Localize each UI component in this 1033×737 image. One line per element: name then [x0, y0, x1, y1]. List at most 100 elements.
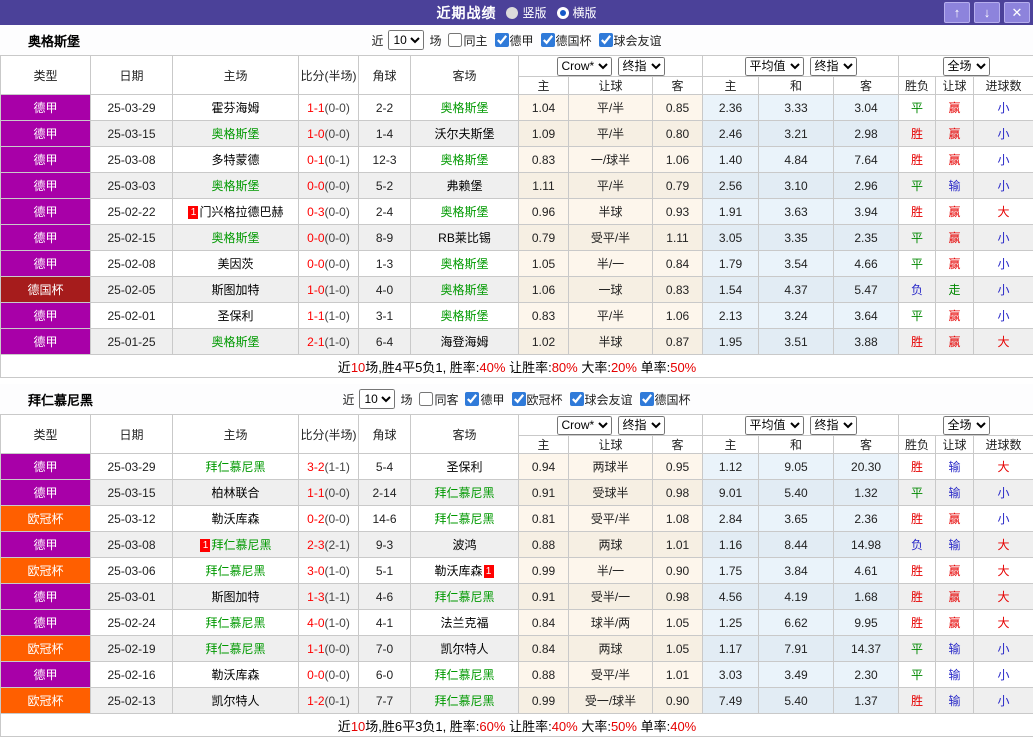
score: 0-0(0-0)	[299, 173, 359, 199]
result-wdl: 平	[899, 95, 936, 121]
sub-col-header: 和	[759, 436, 834, 454]
corners: 2-4	[359, 199, 411, 225]
league-filter[interactable]: 德甲	[491, 32, 534, 49]
summary-segment: 近	[338, 719, 351, 734]
crow-away-odds: 0.98	[653, 584, 703, 610]
league-checkbox[interactable]	[599, 33, 613, 47]
crow-home-odds: 0.91	[519, 584, 569, 610]
avg-draw-odds: 3.35	[759, 225, 834, 251]
league-filter[interactable]: 欧冠杯	[508, 391, 563, 408]
avg-home-odds: 1.16	[703, 532, 759, 558]
crow-handicap: 球半/两	[569, 610, 653, 636]
corners: 1-3	[359, 251, 411, 277]
crow-home-odds: 0.99	[519, 688, 569, 714]
same-venue-filter[interactable]: 同主	[444, 32, 487, 49]
scope-select[interactable]: 全场	[943, 416, 990, 435]
fulltime-score: 1-0	[307, 127, 324, 141]
away-team-name: 奥格斯堡	[440, 101, 488, 115]
league-checkbox[interactable]	[570, 392, 584, 406]
move-down-button[interactable]: ↓	[974, 2, 1000, 23]
result-wdl: 平	[899, 251, 936, 277]
match-row: 欧冠杯25-02-19拜仁慕尼黑1-1(0-0)7-0凯尔特人0.84两球1.0…	[1, 636, 1033, 662]
crow-handicap: 半/一	[569, 251, 653, 277]
match-date: 25-02-19	[91, 636, 173, 662]
fulltime-score: 0-2	[307, 512, 324, 526]
halftime-score: (0-0)	[325, 486, 350, 500]
summary-row: 近10场,胜4平5负1, 胜率:40% 让胜率:80% 大率:20% 单率:50…	[1, 355, 1033, 378]
sub-col-header: 让球	[569, 77, 653, 95]
avg-away-odds: 9.95	[834, 610, 899, 636]
match-row: 德甲25-03-29霍芬海姆1-1(0-0)2-2奥格斯堡1.04平/半0.85…	[1, 95, 1033, 121]
sub-col-header: 客	[834, 77, 899, 95]
avg-draw-odds: 7.91	[759, 636, 834, 662]
home-team: 勒沃库森	[173, 506, 299, 532]
avg-home-odds: 1.95	[703, 329, 759, 355]
red-card-badge: 1	[200, 539, 210, 552]
match-type-badge: 德甲	[1, 480, 91, 506]
avg-stage-select[interactable]: 终指	[810, 57, 857, 76]
league-checkbox[interactable]	[541, 33, 555, 47]
result-goals: 大	[974, 329, 1033, 355]
same-venue-checkbox[interactable]	[448, 33, 462, 47]
league-checkbox[interactable]	[640, 392, 654, 406]
corners: 6-0	[359, 662, 411, 688]
league-filter[interactable]: 球会友谊	[595, 32, 662, 49]
crow-handicap: 平/半	[569, 303, 653, 329]
layout-option-horizontal[interactable]: 横版	[557, 4, 597, 21]
match-date: 25-02-22	[91, 199, 173, 225]
bookmaker-select[interactable]: Crow*	[557, 57, 612, 76]
avg-draw-odds: 9.05	[759, 454, 834, 480]
match-date: 25-03-08	[91, 532, 173, 558]
same-venue-filter[interactable]: 同客	[415, 391, 458, 408]
match-row: 德甲25-02-221门兴格拉德巴赫0-3(0-0)2-4奥格斯堡0.96半球0…	[1, 199, 1033, 225]
avg-away-odds: 3.64	[834, 303, 899, 329]
bookmaker-stage-select[interactable]: 终指	[618, 416, 665, 435]
result-handicap: 输	[936, 636, 974, 662]
league-filter[interactable]: 球会友谊	[566, 391, 633, 408]
fulltime-score: 2-3	[307, 538, 324, 552]
fulltime-score: 1-1	[307, 101, 324, 115]
close-button[interactable]: ✕	[1004, 2, 1030, 23]
avg-draw-odds: 3.33	[759, 95, 834, 121]
red-card-badge: 1	[484, 565, 494, 578]
away-team: 奥格斯堡	[411, 303, 519, 329]
avg-source-select[interactable]: 平均值	[745, 416, 804, 435]
same-venue-checkbox[interactable]	[419, 392, 433, 406]
away-team-name: 拜仁慕尼黑	[434, 590, 494, 604]
away-team: 奥格斯堡	[411, 277, 519, 303]
match-type-badge: 德甲	[1, 199, 91, 225]
league-filter[interactable]: 德国杯	[537, 32, 592, 49]
league-checkbox[interactable]	[465, 392, 479, 406]
scope-select[interactable]: 全场	[943, 57, 990, 76]
avg-source-select[interactable]: 平均值	[745, 57, 804, 76]
fulltime-score: 1-0	[307, 283, 324, 297]
up-arrow-icon: ↑	[954, 5, 961, 20]
summary-segment: 40%	[670, 719, 696, 734]
corners: 2-14	[359, 480, 411, 506]
league-checkbox[interactable]	[495, 33, 509, 47]
avg-draw-odds: 3.24	[759, 303, 834, 329]
away-team-name: 奥格斯堡	[440, 283, 488, 297]
avg-away-odds: 2.36	[834, 506, 899, 532]
home-team: 多特蒙德	[173, 147, 299, 173]
score: 1-0(0-0)	[299, 121, 359, 147]
match-count-select[interactable]: 10	[359, 389, 395, 409]
result-wdl: 平	[899, 636, 936, 662]
crow-handicap: 半/一	[569, 558, 653, 584]
result-goals: 大	[974, 584, 1033, 610]
avg-draw-odds: 3.21	[759, 121, 834, 147]
away-team: 奥格斯堡	[411, 95, 519, 121]
bookmaker-stage-select[interactable]: 终指	[618, 57, 665, 76]
league-checkbox[interactable]	[512, 392, 526, 406]
avg-stage-select[interactable]: 终指	[810, 416, 857, 435]
away-team-name: 凯尔特人	[440, 642, 488, 656]
bookmaker-select[interactable]: Crow*	[557, 416, 612, 435]
layout-option-vertical[interactable]: 竖版	[506, 4, 546, 21]
league-filter[interactable]: 德国杯	[636, 391, 691, 408]
match-count-select[interactable]: 10	[388, 30, 424, 50]
move-up-button[interactable]: ↑	[944, 2, 970, 23]
match-row: 德甲25-03-01斯图加特1-3(1-1)4-6拜仁慕尼黑0.91受半/一0.…	[1, 584, 1033, 610]
corners: 5-2	[359, 173, 411, 199]
result-goals: 小	[974, 277, 1033, 303]
league-filter[interactable]: 德甲	[461, 391, 504, 408]
